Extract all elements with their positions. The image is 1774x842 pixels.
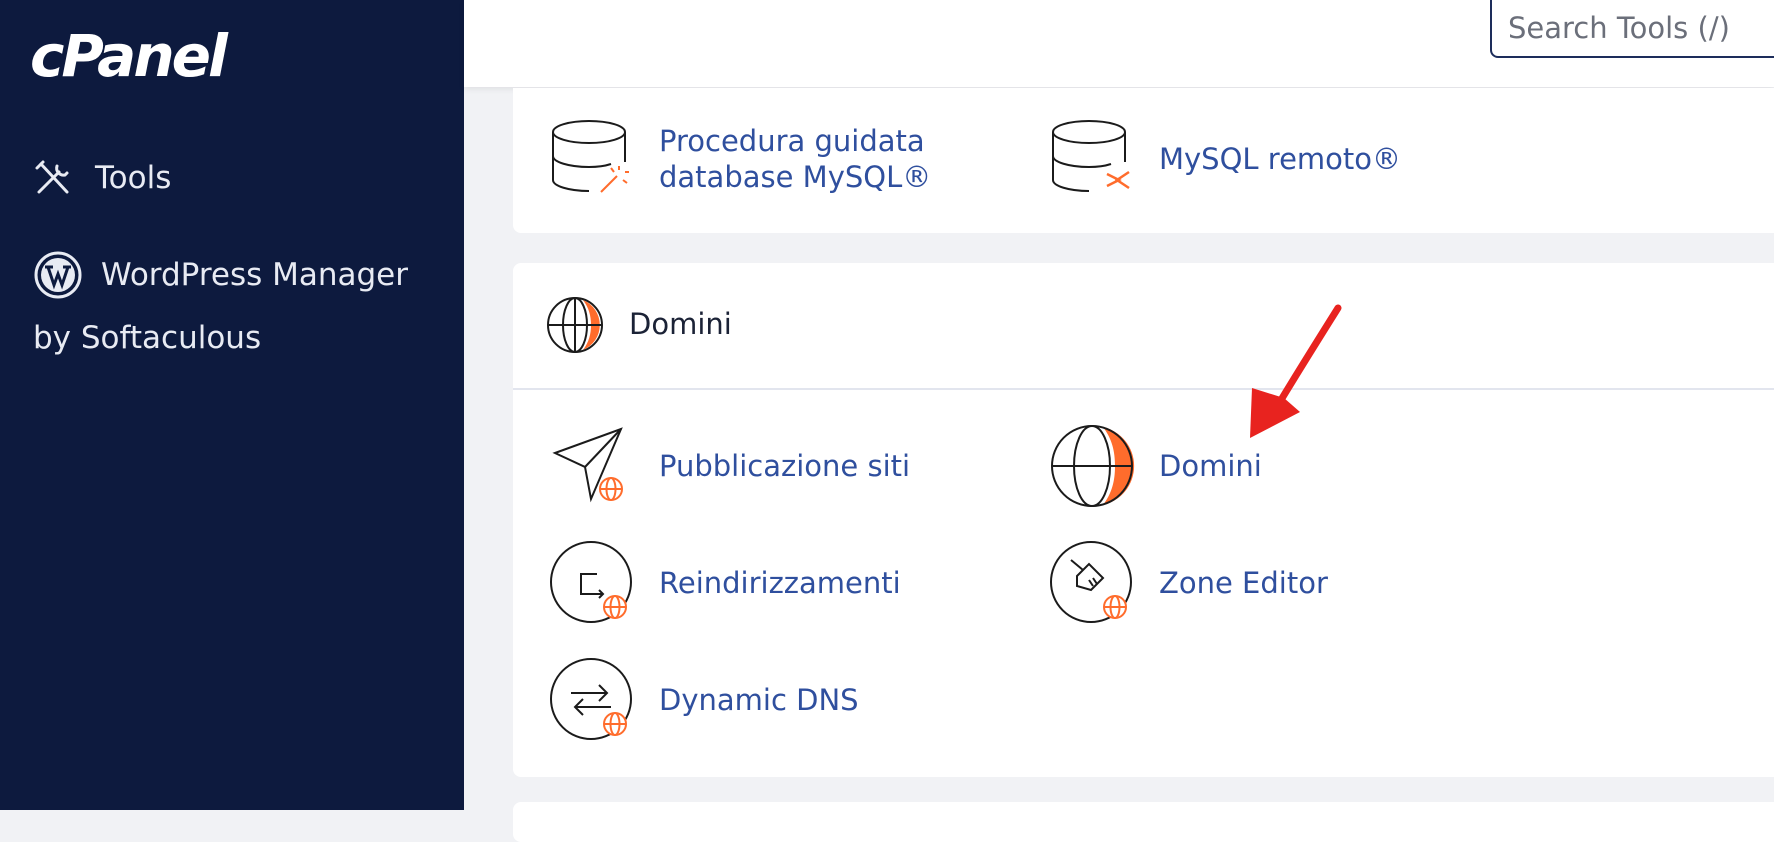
section-title: Domini	[629, 307, 732, 341]
tool-mysql-remote[interactable]: MySQL remoto®	[1049, 116, 1401, 202]
database-section-card: Procedura guidata database MySQL® MySQL …	[513, 88, 1774, 233]
sidebar-item-sublabel[interactable]: by Softaculous	[33, 320, 261, 356]
wordpress-icon	[34, 251, 82, 299]
tool-site-publisher[interactable]: Pubblicazione siti	[549, 423, 910, 509]
tool-mysql-wizard[interactable]: Procedura guidata database MySQL®	[549, 116, 1039, 202]
site-publisher-icon	[552, 427, 623, 503]
tool-label: Procedura guidata database MySQL®	[659, 124, 932, 194]
dynamic-dns-icon	[550, 658, 632, 740]
tool-label: Zone Editor	[1159, 566, 1328, 600]
database-wizard-icon	[552, 120, 629, 193]
tool-zone-editor[interactable]: Zone Editor	[1049, 540, 1328, 626]
sidebar-item-label: Tools	[95, 160, 172, 196]
tool-label: Reindirizzamenti	[659, 566, 901, 600]
globe-icon	[547, 297, 603, 353]
tool-label: Pubblicazione siti	[659, 449, 911, 483]
redirects-icon	[550, 541, 632, 623]
sidebar-item-label: WordPress Manager	[101, 257, 409, 293]
tool-redirects[interactable]: Reindirizzamenti	[549, 540, 901, 626]
sidebar: cPanel Tools WordPress Manager by Softac…	[0, 0, 464, 810]
database-remote-icon	[1052, 120, 1130, 192]
tools-icon	[35, 160, 69, 194]
domains-globe-icon	[1051, 425, 1135, 507]
annotation-arrow-icon	[1250, 304, 1342, 438]
cpanel-logo[interactable]: cPanel	[30, 22, 228, 90]
search-tools-input[interactable]	[1490, 0, 1774, 58]
tool-label: MySQL remoto®	[1159, 142, 1402, 176]
domains-section-card: Domini Pubblicazione siti Domini Reindir…	[513, 263, 1774, 777]
tool-dynamic-dns[interactable]: Dynamic DNS	[549, 657, 859, 743]
next-section-card	[513, 802, 1774, 842]
tool-domains[interactable]: Domini	[1049, 423, 1262, 509]
tool-label: Domini	[1159, 449, 1262, 483]
section-header[interactable]: Domini	[513, 263, 1774, 390]
sidebar-item-wordpress-manager[interactable]: WordPress Manager	[33, 250, 408, 300]
tool-label: Dynamic DNS	[659, 683, 859, 717]
zone-editor-icon	[1050, 541, 1132, 623]
sidebar-item-tools[interactable]: Tools	[33, 158, 171, 198]
